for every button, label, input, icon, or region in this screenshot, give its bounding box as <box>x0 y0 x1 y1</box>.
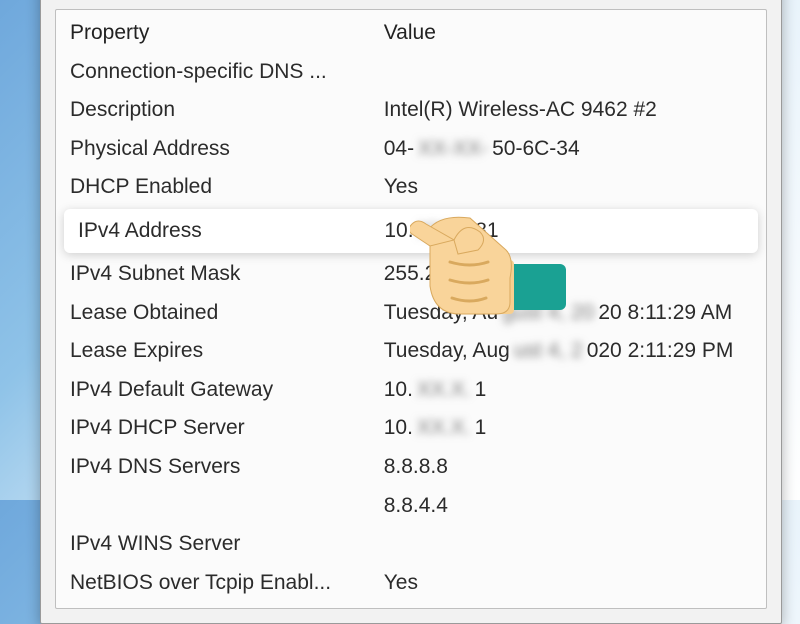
row-ipv4-address[interactable]: IPv4 Address 10. XX.X .81 <box>64 209 758 254</box>
header-property: Property <box>70 17 384 50</box>
value-part: Tuesday, Aug <box>384 335 510 368</box>
network-connection-details-dialog: Network Connection Details: Property Val… <box>40 0 782 624</box>
prop-label: Lease Obtained <box>70 297 384 330</box>
header-value: Value <box>384 17 752 50</box>
masked-segment: XX.X. <box>415 374 473 407</box>
prop-value: Yes <box>384 567 752 600</box>
value-part: 20 8:11:29 AM <box>598 297 732 330</box>
row-ipv4-dns-servers-2[interactable]: 8.8.4.4 <box>56 487 766 526</box>
grid-header-row: Property Value <box>56 14 766 53</box>
prop-value: 255.255.252.0 <box>384 258 752 291</box>
prop-label: IPv4 Subnet Mask <box>70 258 384 291</box>
prop-label: Description <box>70 94 384 127</box>
value-part: 10. <box>384 374 413 407</box>
prop-label: IPv4 WINS Server <box>70 528 384 561</box>
masked-segment: XX.X <box>416 215 468 248</box>
prop-label: DHCP Enabled <box>70 171 384 204</box>
row-physical-address[interactable]: Physical Address 04- XX-XX- 50-6C-34 <box>56 130 766 169</box>
value-part: 10. <box>384 215 413 248</box>
value-part: 10. <box>384 412 413 445</box>
row-netbios-tcpip[interactable]: NetBIOS over Tcpip Enabl... Yes <box>56 564 766 603</box>
prop-value: 8.8.8.8 <box>384 451 752 484</box>
prop-value: 04- XX-XX- 50-6C-34 <box>384 133 752 166</box>
prop-label: IPv4 DHCP Server <box>70 412 384 445</box>
value-part: .81 <box>469 215 498 248</box>
masked-segment: ust 4, 2 <box>512 335 585 368</box>
row-ipv4-dns-servers[interactable]: IPv4 DNS Servers 8.8.8.8 <box>56 448 766 487</box>
value-part-trail: 0 <box>508 258 520 291</box>
prop-label: IPv4 Address <box>78 215 384 248</box>
row-dns-suffix[interactable]: Connection-specific DNS ... <box>56 53 766 92</box>
row-description[interactable]: Description Intel(R) Wireless-AC 9462 #2 <box>56 91 766 130</box>
row-ipv4-dhcp-server[interactable]: IPv4 DHCP Server 10. XX.X. 1 <box>56 409 766 448</box>
value-part: 255.255.252. <box>384 258 507 291</box>
masked-segment: gust 4, 20 <box>500 297 596 330</box>
value-part: 1 <box>475 412 487 445</box>
row-dhcp-enabled[interactable]: DHCP Enabled Yes <box>56 168 766 207</box>
row-lease-obtained[interactable]: Lease Obtained Tuesday, Au gust 4, 20 20… <box>56 294 766 333</box>
masked-segment: XX.X. <box>415 412 473 445</box>
prop-label: NetBIOS over Tcpip Enabl... <box>70 567 384 600</box>
prop-label: IPv4 Default Gateway <box>70 374 384 407</box>
details-grid: Property Value Connection-specific DNS .… <box>55 9 767 609</box>
prop-value: Intel(R) Wireless-AC 9462 #2 <box>384 94 752 127</box>
prop-label: Physical Address <box>70 133 384 166</box>
prop-value: 10. XX.X. 1 <box>384 374 752 407</box>
prop-value: Tuesday, Au gust 4, 20 20 8:11:29 AM <box>384 297 752 330</box>
prop-label: Connection-specific DNS ... <box>70 56 384 89</box>
value-part: 04- <box>384 133 414 166</box>
prop-value: Yes <box>384 171 752 204</box>
masked-segment: XX-XX- <box>416 133 490 166</box>
row-ipv4-subnet-mask[interactable]: IPv4 Subnet Mask 255.255.252.0 <box>56 255 766 294</box>
row-ipv4-wins-server[interactable]: IPv4 WINS Server <box>56 525 766 564</box>
prop-value: Tuesday, Aug ust 4, 2 020 2:11:29 PM <box>384 335 752 368</box>
prop-value: 8.8.4.4 <box>384 490 752 523</box>
value-part: 1 <box>475 374 487 407</box>
prop-value: 10. XX.X .81 <box>384 215 744 248</box>
prop-label: IPv4 DNS Servers <box>70 451 384 484</box>
prop-value: 10. XX.X. 1 <box>384 412 752 445</box>
row-ipv4-default-gateway[interactable]: IPv4 Default Gateway 10. XX.X. 1 <box>56 371 766 410</box>
value-part: Tuesday, Au <box>384 297 498 330</box>
row-lease-expires[interactable]: Lease Expires Tuesday, Aug ust 4, 2 020 … <box>56 332 766 371</box>
prop-label: Lease Expires <box>70 335 384 368</box>
dialog-title: Network Connection Details: <box>41 0 781 9</box>
value-part: 50-6C-34 <box>492 133 580 166</box>
value-part: 020 2:11:29 PM <box>587 335 734 368</box>
